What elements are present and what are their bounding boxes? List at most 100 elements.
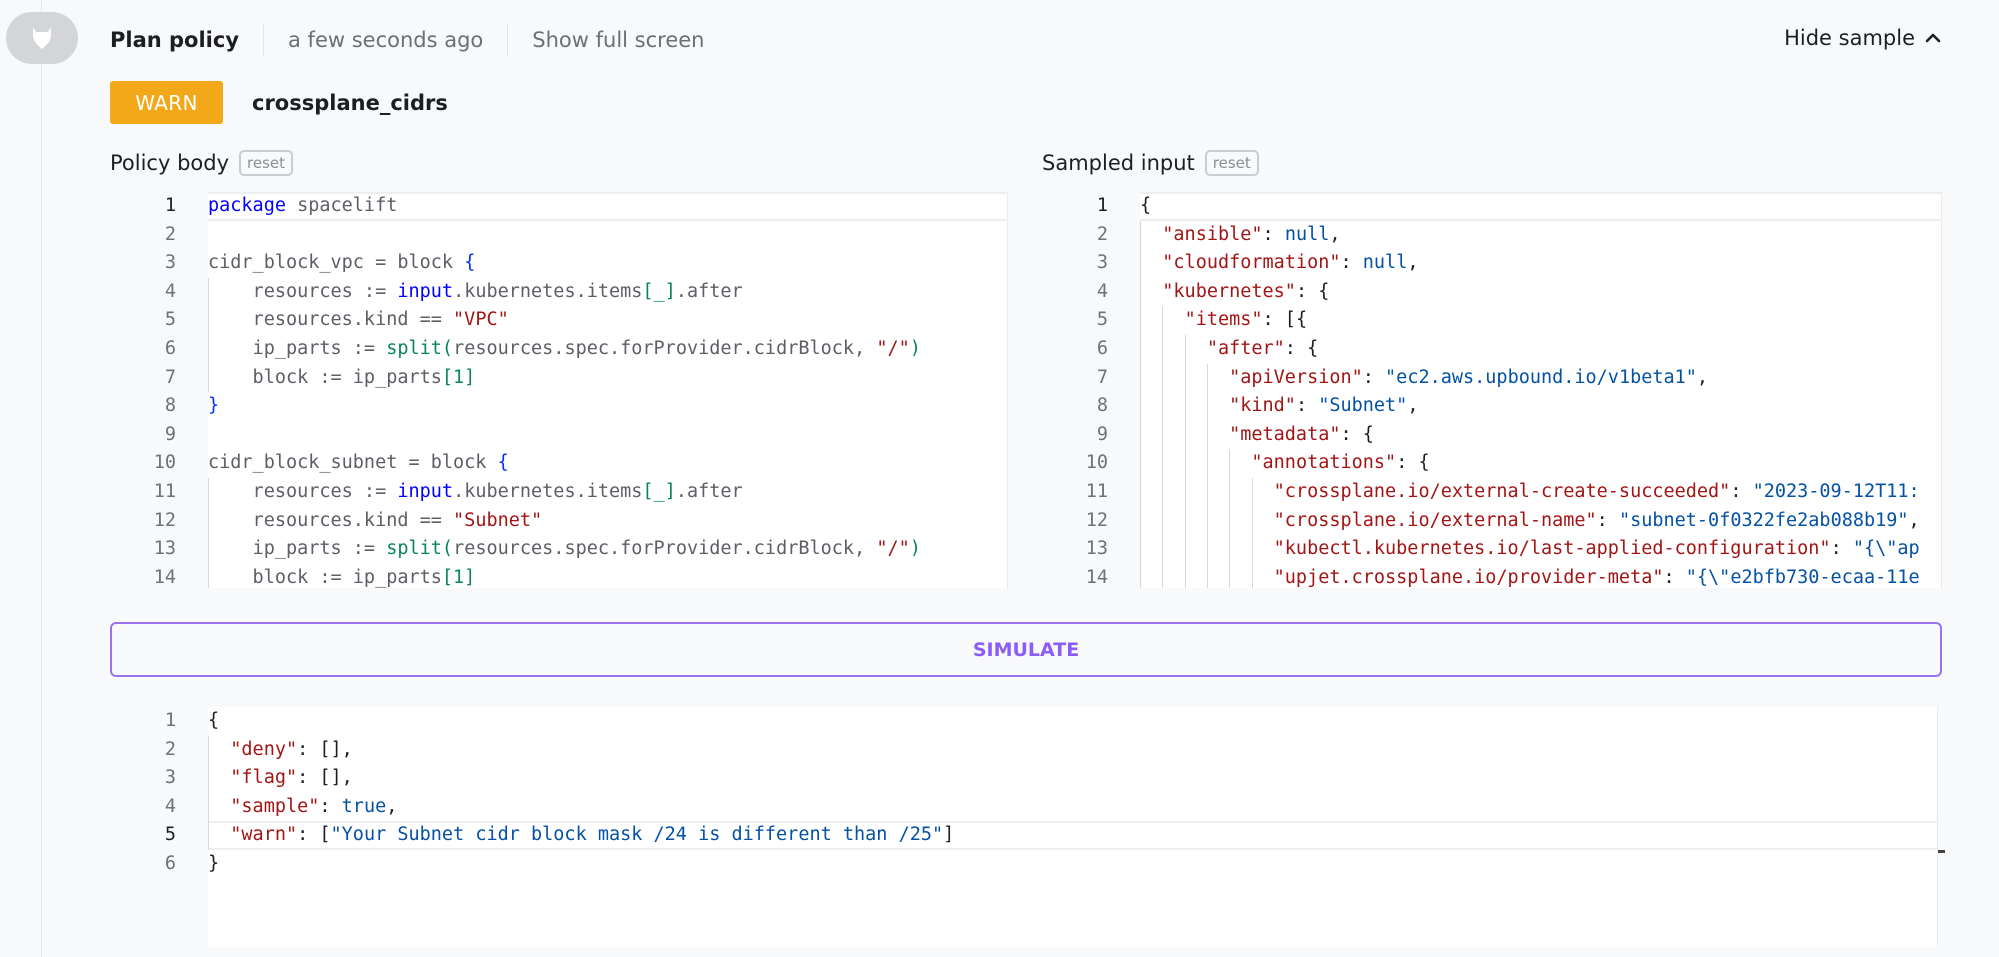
code-token: input [397,481,454,502]
line-number: 6 [164,338,176,359]
code-token: { [464,252,476,274]
line-text: ip_parts := split(resources.spec.forProv… [208,335,921,364]
hide-sample-label: Hide sample [1784,26,1915,50]
sampled-input-editor[interactable]: 1{2 "ansible": null, 3 "cloudformation": … [1042,192,1942,588]
policy-name: crossplane_cidrs [252,90,448,115]
code-token: : [1830,538,1853,560]
code-line: 4 "kubernetes": { [1042,278,1942,307]
code-line: 5 "items": [{ [1042,306,1942,335]
code-token: true [341,795,387,817]
hide-sample-button[interactable]: Hide sample [1784,26,1941,50]
active-line-highlight [1140,192,1942,221]
line-text: "cloudformation": null, [1140,249,1418,278]
line-number: 9 [1096,423,1108,445]
line-number: 7 [164,366,176,388]
code-token: , [386,795,398,817]
code-token: "cloudformation" [1162,252,1341,274]
line-number: 8 [1096,395,1108,417]
line-text: package spacelift [208,192,397,221]
line-text: "deny": [], [208,736,353,765]
code-token: resources.kind == [208,309,454,331]
line-number: 3 [1096,252,1108,274]
code-line: 10 cidr_block_subnet = block { [110,449,1008,478]
divider [263,24,265,56]
code-line: 1{ [1042,192,1942,221]
code-token: : { [1295,280,1330,302]
code-token: resources := [208,280,398,302]
line-text: "after": { [1140,335,1318,364]
code-line: 12 "crossplane.io/external-name": "subne… [1042,507,1942,536]
status-badge: WARN [110,81,223,124]
line-number: 7 [1096,366,1108,388]
line-number: 2 [164,738,176,760]
code-token: "warn" [230,824,298,846]
policy-body-reset-button[interactable]: reset [239,150,294,176]
code-token: : [1663,566,1686,588]
code-token: : [1362,366,1386,388]
code-token: { [208,710,220,731]
code-token: block := ip_parts [208,566,442,588]
timestamp: a few seconds ago [288,28,484,52]
code-line: 1 package spacelift [110,192,1008,221]
line-text: "kubectl.kubernetes.io/last-applied-conf… [1140,535,1920,564]
line-text: resources := input.kubernetes.items[_].a… [208,278,743,307]
code-token: "Your Subnet cidr block mask /24 is diff… [330,824,944,846]
line-number: 8 [164,395,176,417]
policy-body-editor[interactable]: 1 package spacelift 2 3 cidr_block_vpc = blo… [110,192,1008,588]
code-line: 3 cidr_block_vpc = block { [110,249,1008,278]
simulate-button[interactable]: SIMULATE [110,622,1942,677]
indent-guide [208,478,209,588]
indent-guide [208,277,209,393]
code-token: .after [675,280,743,302]
show-full-screen-link[interactable]: Show full screen [532,28,704,52]
scrollbar-thumb[interactable] [1938,850,1945,853]
avatar [6,12,78,64]
indent-guide [1251,478,1253,588]
line-number: 11 [153,481,176,502]
code-token: "kubectl.kubernetes.io/last-applied-conf… [1273,538,1831,560]
status-row: WARN crossplane_cidrs [110,81,448,124]
spacelift-bull-icon [33,27,51,49]
code-line: 9 [110,421,1008,450]
policy-body-header: Policy body reset [110,150,294,176]
code-line: 9 "metadata": { [1042,421,1942,450]
code-token: "VPC" [453,309,509,331]
code-token: resources := [208,481,398,502]
code-token: ( [441,338,454,359]
line-number: 5 [164,824,176,846]
sampled-input-reset-button[interactable]: reset [1204,150,1259,176]
line-number: 11 [1085,481,1108,502]
code-line: 2 [110,221,1008,250]
line-text: "upjet.crossplane.io/provider-meta": "{\… [1140,564,1920,588]
code-token: "Subnet" [1318,395,1408,417]
line-number: 4 [1096,280,1108,302]
code-token: : [ [297,824,331,846]
code-token: block := ip_parts [208,366,442,388]
code-token: "{\"ap [1852,538,1920,560]
code-token: "{\"e2bfb730-ecaa-11e [1685,566,1920,588]
line-text: } [208,850,219,879]
indent-guide [1229,449,1231,588]
indent-guide [1184,335,1186,588]
line-number: 2 [164,223,176,245]
code-line: 11 "crossplane.io/external-create-succee… [1042,478,1942,507]
code-token: [_] [642,481,676,502]
line-text: block := ip_parts[1] [208,564,476,588]
line-text: "ansible": null, [1140,221,1340,250]
code-token: : [1340,252,1363,274]
code-token: , [1407,395,1419,417]
code-token: null [1284,223,1330,245]
simulation-result-editor[interactable]: 1{2 "deny": [], 3 "flag": [], 4 "sample": … [110,707,1938,947]
code-line: 4 resources := input.kubernetes.items[_]… [110,278,1008,307]
code-token: : [1596,509,1619,531]
line-number: 6 [164,853,176,874]
code-line: 12 resources.kind == "Subnet" [110,507,1008,536]
indent-guide [1206,363,1208,588]
code-token: , [1908,509,1920,531]
line-number: 3 [164,252,176,274]
code-token: : [1730,481,1753,502]
code-token: .kubernetes.items [453,280,643,302]
